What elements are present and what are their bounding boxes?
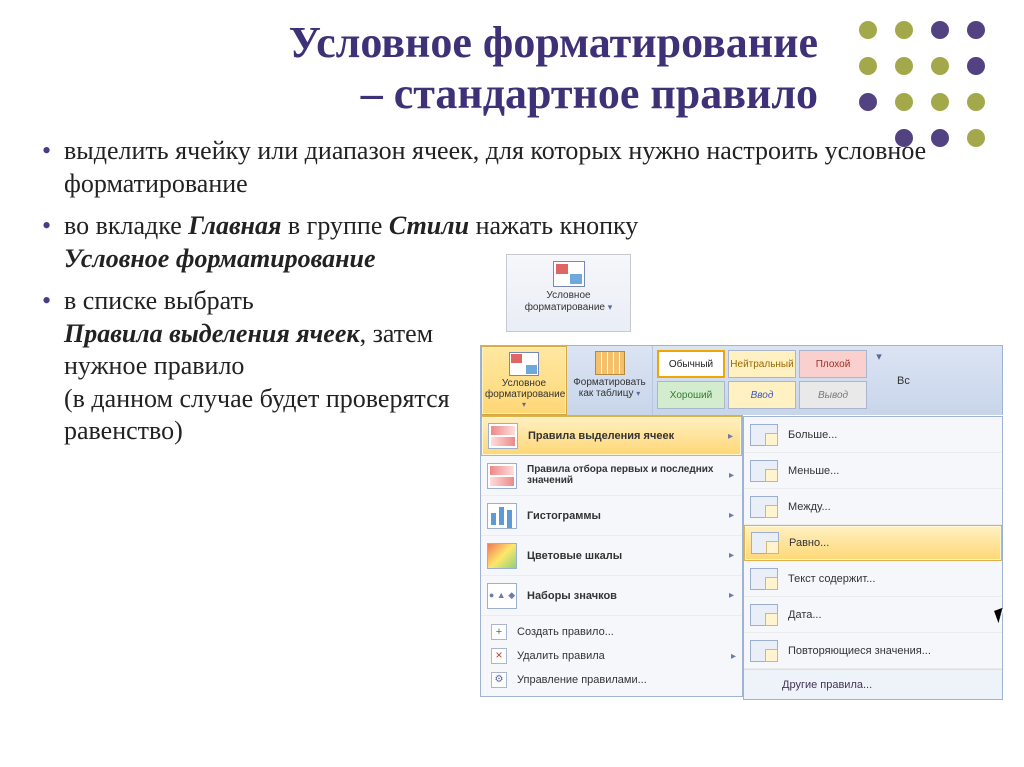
menu-f1-label: Создать правило... (517, 626, 614, 638)
style-input[interactable]: Ввод (728, 381, 796, 409)
bullet-3-pre: в списке выбрать (64, 286, 254, 315)
submenu-i5-label: Текст содержит... (788, 573, 994, 585)
bullet-3-bold-1: Правила выделения ячеек (64, 319, 360, 348)
dropdown-arrow-icon: ▾ (608, 302, 613, 312)
menu-f2-label: Удалить правила (517, 650, 605, 662)
submenu-duplicate-values[interactable]: Повторяющиеся значения... (744, 633, 1002, 669)
data-bars-icon (487, 503, 517, 529)
slide-title: Условное форматирование – стандартное пр… (36, 18, 818, 119)
rule-icon (750, 640, 778, 662)
style-good[interactable]: Хороший (657, 381, 725, 409)
submenu-i1-label: Больше... (788, 429, 994, 441)
rule-icon (750, 424, 778, 446)
bullet-3-post-2: (в данном случае будет проверятся равенс… (64, 384, 450, 446)
submenu-arrow-icon: ▸ (729, 510, 734, 521)
submenu-i4-label: Равно... (789, 537, 993, 549)
rule-icon (751, 532, 779, 554)
menu-data-bars[interactable]: Гистограммы ▸ (481, 496, 742, 536)
bullet-2-mid: в группе (281, 211, 388, 240)
highlight-rules-icon (488, 423, 518, 449)
cf-btn-line-2: форматирование (525, 302, 605, 313)
delete-icon (491, 648, 507, 664)
bullet-2-post: нажать кнопку (469, 211, 638, 240)
cell-styles-gallery: Обычный Хороший Нейтральный Ввод Плохой … (653, 346, 1002, 415)
cf-dd-line-2: форматирование (485, 389, 565, 400)
cf-btn-line-1: Условное (546, 290, 590, 301)
styles-more-icon[interactable]: ▾ (870, 350, 888, 363)
chevron-down-icon: ▾ (522, 400, 526, 409)
rule-icon (750, 604, 778, 626)
cf-dd-line-1: Условное (502, 378, 546, 389)
menu-i3-label: Гистограммы (527, 510, 729, 522)
rule-icon (750, 568, 778, 590)
gear-icon (491, 672, 507, 688)
chevron-down-icon: ▾ (636, 389, 640, 398)
submenu-equal-to[interactable]: Равно... (744, 525, 1002, 561)
menu-highlight-cells-rules[interactable]: Правила выделения ячеек ▸ (481, 416, 742, 456)
submenu-less-than[interactable]: Меньше... (744, 453, 1002, 489)
menu-i4-label: Цветовые шкалы (527, 550, 729, 562)
conditional-formatting-menu: Правила выделения ячеек ▸ Правила отбора… (480, 415, 743, 697)
style-bad[interactable]: Плохой (799, 350, 867, 378)
ribbon-tail-text: Вс (897, 375, 910, 387)
bullet-2: во вкладке Главная в группе Стили нажать… (36, 210, 756, 275)
top-bottom-icon (487, 463, 517, 489)
submenu-more-rules[interactable]: Другие правила... (744, 669, 1002, 699)
submenu-arrow-icon: ▸ (728, 431, 733, 442)
bullet-2-bold-1: Главная (188, 211, 281, 240)
menu-icon-sets[interactable]: Наборы значков ▸ (481, 576, 742, 616)
bullet-2-bold-3: Условное форматирование (64, 244, 376, 273)
conditional-formatting-dropdown-button[interactable]: Условноеформатирование ▾ (481, 346, 567, 415)
icon-sets-icon (487, 583, 517, 609)
menu-i2-label: Правила отбора первых и последних значен… (527, 465, 729, 486)
bullet-2-pre: во вкладке (64, 211, 188, 240)
menu-manage-rules[interactable]: Управление правилами... (481, 668, 742, 692)
bullet-1-text: выделить ячейку или диапазон ячеек, для … (64, 136, 926, 198)
submenu-i7-label: Повторяющиеся значения... (788, 645, 994, 657)
style-output[interactable]: Вывод (799, 381, 867, 409)
table-icon (595, 351, 625, 375)
color-scales-icon (487, 543, 517, 569)
menu-new-rule[interactable]: Создать правило... (481, 620, 742, 644)
menu-color-scales[interactable]: Цветовые шкалы ▸ (481, 536, 742, 576)
rule-icon (750, 496, 778, 518)
bullet-1: выделить ячейку или диапазон ячеек, для … (36, 135, 976, 200)
conditional-formatting-button[interactable]: Условное форматирование ▾ (506, 254, 631, 332)
submenu-text-contains[interactable]: Текст содержит... (744, 561, 1002, 597)
menu-clear-rules[interactable]: Удалить правила ▸ (481, 644, 742, 668)
submenu-arrow-icon: ▸ (729, 550, 734, 561)
fat-line-1: Форматировать (573, 377, 646, 388)
conditional-formatting-icon (553, 261, 585, 287)
menu-i5-label: Наборы значков (527, 590, 729, 602)
style-neutral[interactable]: Нейтральный (728, 350, 796, 378)
title-line-1: Условное форматирование (289, 18, 818, 67)
style-normal[interactable]: Обычный (657, 350, 725, 378)
ribbon-dropdown-screenshot: Условноеформатирование ▾ Форматироватька… (480, 345, 1003, 697)
menu-top-bottom-rules[interactable]: Правила отбора первых и последних значен… (481, 456, 742, 496)
submenu-i3-label: Между... (788, 501, 994, 513)
highlight-cells-submenu: Больше... Меньше... Между... Равно... Те… (743, 416, 1003, 700)
submenu-arrow-icon: ▸ (729, 470, 734, 481)
fat-line-2: как таблицу (579, 388, 634, 399)
submenu-greater-than[interactable]: Больше... (744, 417, 1002, 453)
title-line-2: – стандартное правило (361, 69, 818, 118)
rule-icon (750, 460, 778, 482)
menu-i1-label: Правила выделения ячеек (528, 430, 728, 442)
format-as-table-button[interactable]: Форматироватькак таблицу ▾ (567, 346, 653, 415)
submenu-arrow-icon: ▸ (731, 651, 736, 662)
bullet-2-bold-2: Стили (389, 211, 469, 240)
submenu-arrow-icon: ▸ (729, 590, 734, 601)
submenu-between[interactable]: Между... (744, 489, 1002, 525)
menu-f3-label: Управление правилами... (517, 674, 647, 686)
submenu-date[interactable]: Дата... (744, 597, 1002, 633)
plus-icon (491, 624, 507, 640)
submenu-foot-label: Другие правила... (782, 679, 872, 691)
conditional-formatting-icon (509, 352, 539, 376)
ribbon-styles-group: Условноеформатирование ▾ Форматироватька… (480, 345, 1003, 415)
submenu-i6-label: Дата... (788, 609, 994, 621)
submenu-i2-label: Меньше... (788, 465, 994, 477)
